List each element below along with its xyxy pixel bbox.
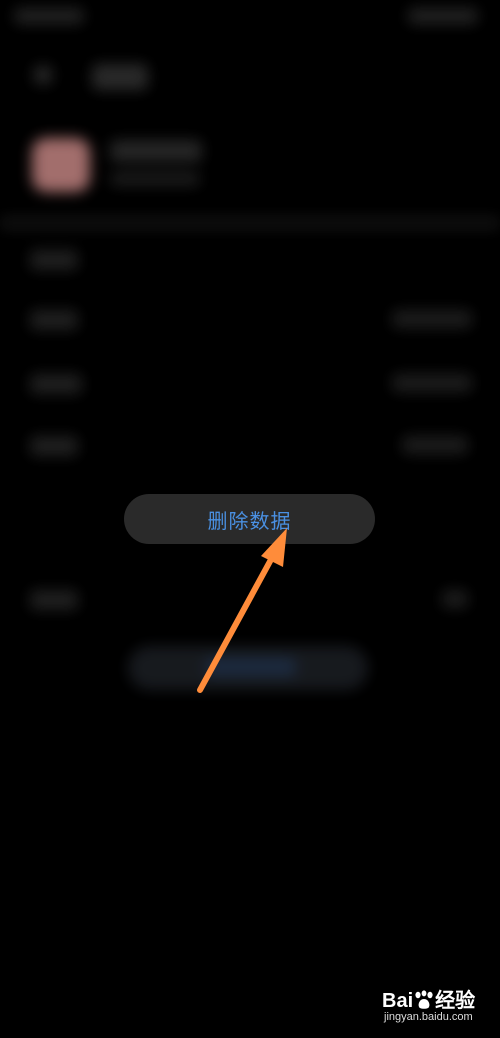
row-value-placeholder xyxy=(392,374,472,392)
page-title-placeholder xyxy=(92,64,148,90)
app-subtitle-placeholder xyxy=(110,172,200,186)
watermark-brand-suffix: 经验 xyxy=(435,990,476,1012)
bottom-button-text-placeholder xyxy=(206,658,296,676)
app-name-placeholder xyxy=(110,140,202,162)
delete-data-button[interactable]: 删除数据 xyxy=(124,494,375,544)
back-icon xyxy=(34,66,52,84)
section-divider xyxy=(0,216,500,230)
watermark-brand-prefix: Bai xyxy=(382,990,414,1012)
watermark-brand: Bai 经验 xyxy=(382,984,475,1013)
row-label-placeholder xyxy=(30,374,82,394)
baidu-watermark: Bai 经验 jingyan.baidu.com xyxy=(382,984,494,1028)
status-bar-right xyxy=(408,8,478,24)
row-label-placeholder xyxy=(30,250,78,270)
row-value-placeholder xyxy=(402,436,468,454)
baidu-paw-icon xyxy=(415,990,433,1009)
app-icon xyxy=(32,138,90,192)
delete-data-label: 删除数据 xyxy=(207,508,292,533)
watermark-site: jingyan.baidu.com xyxy=(384,1011,473,1023)
row-value-placeholder xyxy=(442,590,468,608)
row-value-placeholder xyxy=(392,310,472,328)
status-bar-left xyxy=(14,8,84,24)
row-label-placeholder xyxy=(30,436,78,456)
row-label-placeholder xyxy=(30,590,78,610)
row-label-placeholder xyxy=(30,310,78,330)
